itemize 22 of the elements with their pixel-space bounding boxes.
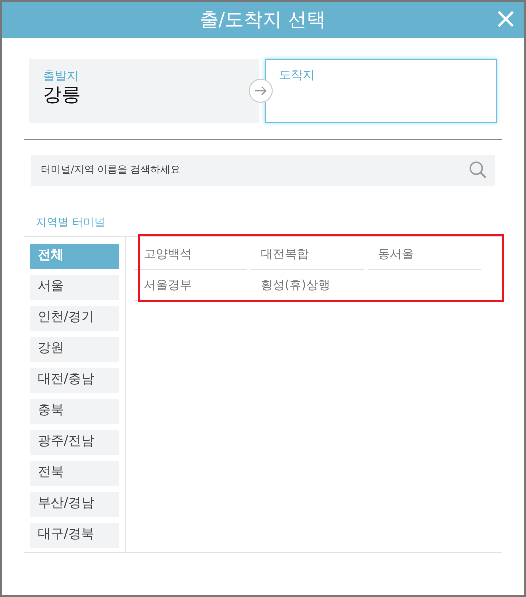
search-icon[interactable] xyxy=(469,161,487,179)
search-field[interactable]: 터미널/지역 이름을 검색하세요 xyxy=(31,155,495,186)
region-tab[interactable]: 인천/경기 xyxy=(30,306,119,330)
region-tab[interactable]: 강원 xyxy=(30,336,119,362)
departure-field[interactable]: 출발지 강릉 xyxy=(29,59,259,123)
terminal-item[interactable]: 횡성(휴)상행 xyxy=(251,270,364,300)
departure-label: 출발지 xyxy=(43,68,80,85)
terminal-item[interactable]: 대전복합 xyxy=(251,238,364,270)
terminal-item[interactable]: 고양백석 xyxy=(134,238,247,270)
terminal-item[interactable]: 동서울 xyxy=(368,238,481,270)
window-title: 출/도착지 선택 xyxy=(200,8,326,33)
region-tab[interactable]: 광주/전남 xyxy=(30,430,119,454)
section-title: 지역별 터미널 xyxy=(35,215,106,231)
region-tab[interactable]: 대전/충남 xyxy=(30,368,119,392)
arrival-label: 도착지 xyxy=(279,67,316,84)
region-tab[interactable]: 전북 xyxy=(30,460,119,486)
region-tab[interactable]: 부산/경남 xyxy=(30,492,119,516)
departure-value: 강릉 xyxy=(43,85,82,106)
region-tab[interactable]: 대구/경북 xyxy=(30,522,119,548)
terminal-item[interactable]: 서울경부 xyxy=(134,270,247,300)
region-tab[interactable]: 서울 xyxy=(30,274,119,300)
region-tab[interactable]: 충북 xyxy=(30,398,119,424)
